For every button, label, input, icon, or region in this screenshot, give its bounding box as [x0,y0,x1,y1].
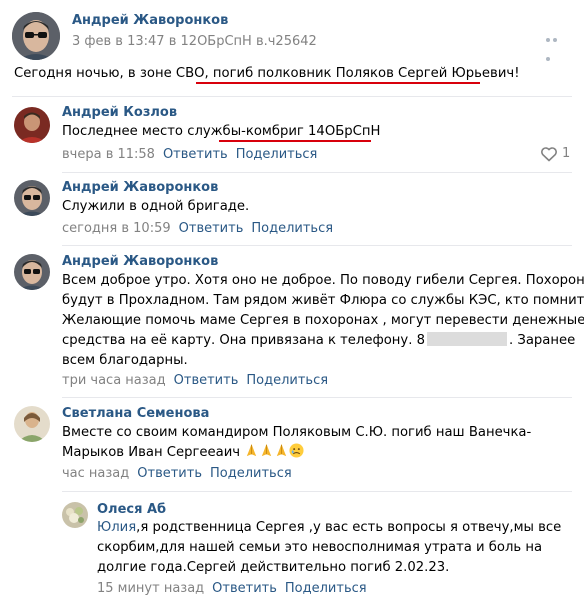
post-group-link[interactable]: 12ОБрСпН в.ч25642 [181,34,317,49]
post-text: Сегодня ночью, в зоне СВО, погиб полковн… [14,66,520,81]
post-via: в [168,34,177,49]
reply-button[interactable]: Ответить [174,373,239,388]
post-meta: 3 фев в 13:47 в 12ОБрСпН в.ч25642 [72,34,317,49]
redacted-phone [427,332,508,346]
reply-button[interactable]: Ответить [137,466,202,481]
like-count: 1 [562,146,571,161]
comment-avatar[interactable] [14,406,50,442]
comment-time[interactable]: 15 минут назад [97,581,204,596]
comment-time[interactable]: вчера в 11:58 [62,147,155,162]
post-author-name[interactable]: Андрей Жаворонков [72,13,228,28]
comment-footer: вчера в 11:58 Ответить Поделиться [62,147,317,162]
share-button[interactable]: Поделиться [236,147,318,162]
share-button[interactable]: Поделиться [285,581,367,596]
comment-avatar[interactable] [62,502,88,528]
reply-addressee-link[interactable]: Юлия [97,520,136,535]
share-button[interactable]: Поделиться [251,221,333,236]
comment-footer: час назад Ответить Поделиться [62,466,292,481]
reply-button[interactable]: Ответить [179,221,244,236]
post-date[interactable]: 3 фев в 13:47 [72,34,165,49]
comment-author[interactable]: Андрей Жаворонков [62,180,218,195]
folded-hands-emoji [262,443,272,457]
comment-avatar[interactable] [14,107,50,143]
comment-text: Служили в одной бригаде. [62,199,250,214]
comment-text: Всем доброе утро. Хотя оно не доброе. По… [62,273,584,368]
divider [62,172,572,173]
divider [62,245,572,246]
comment-author[interactable]: Андрей Козлов [62,105,177,120]
comment-avatar[interactable] [14,254,50,290]
share-button[interactable]: Поделиться [210,466,292,481]
comment-author[interactable]: Андрей Жаворонков [62,254,218,269]
folded-hands-emoji [247,443,257,457]
like-button[interactable]: 1 [540,146,572,162]
comment-author[interactable]: Олеся Аб [97,502,166,517]
comment-text-highlight: комбриг 14ОБрСпН [245,124,381,139]
reply-button[interactable]: Ответить [212,581,277,596]
heart-icon [541,147,557,162]
comment-time[interactable]: час назад [62,466,129,481]
comment-footer: три часа назад Ответить Поделиться [62,373,328,388]
comment-red-underline [219,140,371,142]
sad-face-emoji [289,443,304,458]
comment-avatar[interactable] [14,180,50,216]
reply-button[interactable]: Ответить [163,147,228,162]
post-red-underline [196,82,480,84]
comment-text: Последнее место службы-комбриг 14ОБрСпН [62,124,381,139]
comment-text: Юлия,я родственница Сергея ,у вас есть в… [97,520,562,575]
comment-text: Вместе со своим командиром Поляковым С.Ю… [62,425,532,460]
post-text-highlight: погиб полковник Поляков Сергей Юрьевич [212,66,515,81]
post-author-avatar[interactable] [12,12,60,60]
divider [12,96,572,97]
comment-footer: сегодня в 10:59 Ответить Поделиться [62,221,333,236]
comment-time[interactable]: сегодня в 10:59 [62,221,171,236]
share-button[interactable]: Поделиться [246,373,328,388]
comment-author[interactable]: Светлана Семенова [62,406,209,421]
divider [62,397,572,398]
folded-hands-emoji [277,443,287,457]
comment-footer: 15 минут назад Ответить Поделиться [97,581,367,596]
comment-time[interactable]: три часа назад [62,373,166,388]
divider [62,491,572,492]
more-dots-icon[interactable] [546,27,566,61]
